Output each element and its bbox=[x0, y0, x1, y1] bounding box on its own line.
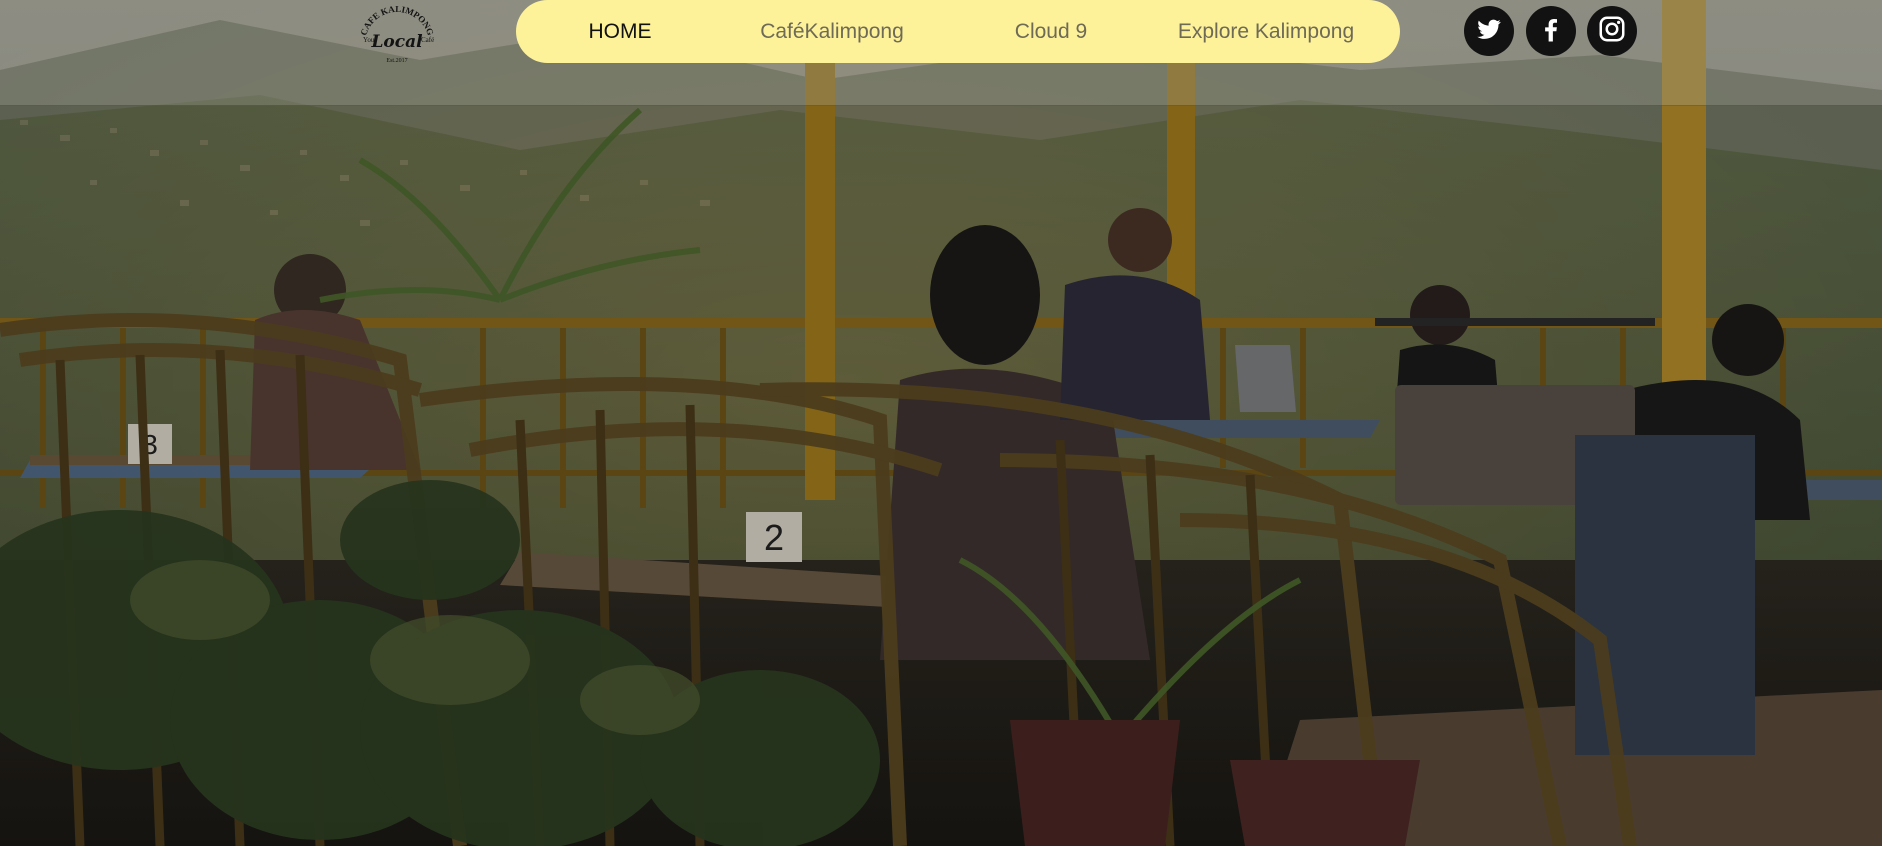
svg-text:Café: Café bbox=[421, 36, 434, 44]
instagram-link[interactable] bbox=[1587, 6, 1637, 56]
twitter-icon bbox=[1475, 15, 1503, 48]
nav-item-cloud-9[interactable]: Cloud 9 bbox=[976, 0, 1126, 63]
twitter-link[interactable] bbox=[1464, 6, 1514, 56]
facebook-link[interactable] bbox=[1526, 6, 1576, 56]
nav-item-explore-kalimpong[interactable]: Explore Kalimpong bbox=[1156, 0, 1376, 63]
hero-background-image: 3 2 bbox=[0, 0, 1882, 846]
main-navigation: HOME CaféKalimpong Cloud 9 Explore Kalim… bbox=[516, 0, 1400, 63]
cafe-logo[interactable]: CAFE KALIMPONG Your Local Café Est.2017 bbox=[355, 0, 440, 66]
facebook-icon bbox=[1536, 14, 1566, 49]
hero-scene: 3 2 bbox=[0, 0, 1882, 846]
svg-text:Est.2017: Est.2017 bbox=[386, 58, 407, 64]
svg-text:Local: Local bbox=[370, 32, 423, 52]
nav-item-home[interactable]: HOME bbox=[550, 0, 690, 63]
instagram-icon bbox=[1597, 14, 1627, 49]
nav-item-cafekalimpong[interactable]: CaféKalimpong bbox=[716, 0, 948, 63]
